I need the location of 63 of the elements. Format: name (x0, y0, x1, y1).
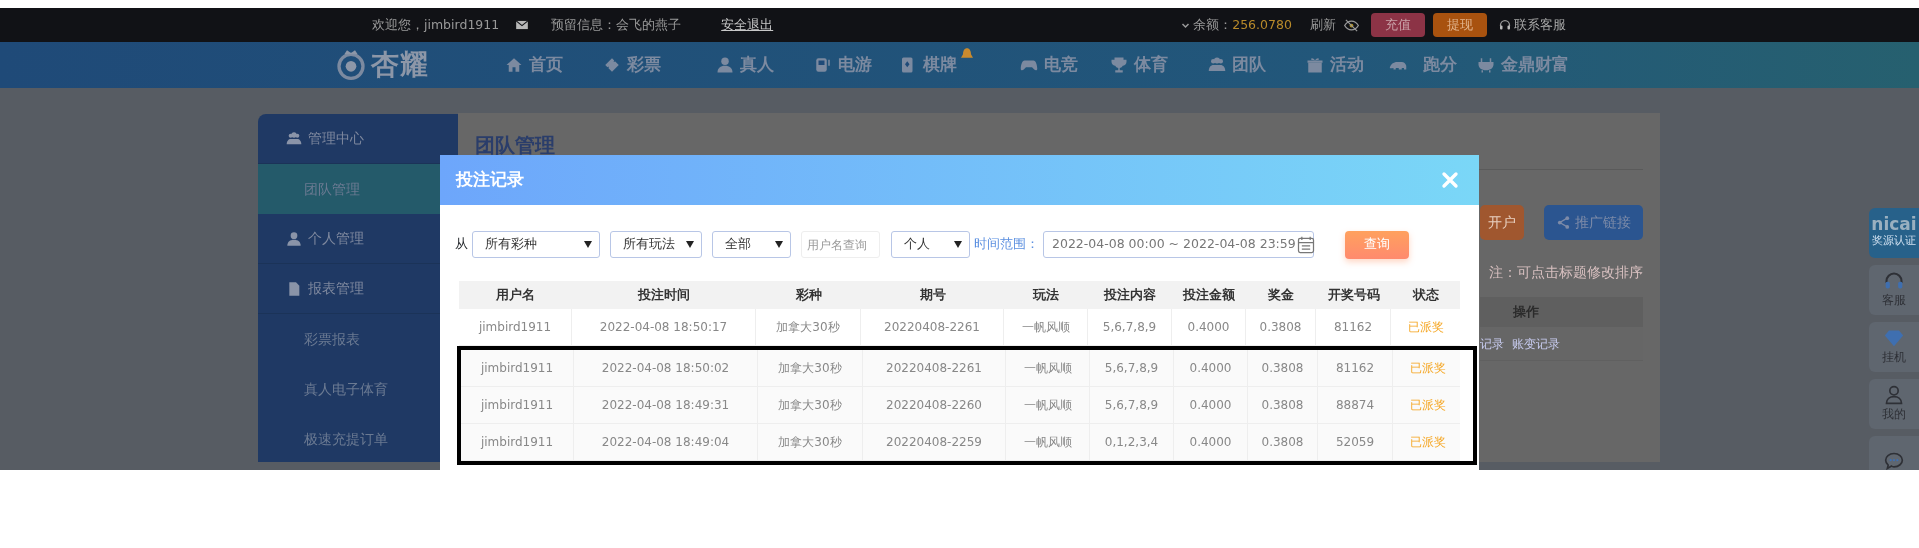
table-cell: 2022-04-08 18:49:31 (574, 387, 758, 423)
table-cell: 20220408-2261 (861, 309, 1004, 345)
table-cell: jimbird1911 (461, 424, 574, 460)
table-cell-text: 已派奖 (1408, 360, 1447, 377)
time-range-label: 时间范围： (974, 235, 1039, 254)
table-cell: 2022-04-08 18:49:04 (574, 424, 758, 460)
table-cell: 0,1,2,3,4 (1090, 424, 1174, 460)
balance-label: 余额： (1193, 15, 1233, 34)
column-header: 开奖号码 (1326, 285, 1381, 304)
table-cell: 0.4000 (1174, 350, 1248, 386)
page-title: 团队管理 (474, 132, 556, 155)
column-header: 玩法 (1031, 285, 1060, 304)
balance-value: 256.0780 (1232, 15, 1292, 34)
logo-text: nicai (1871, 216, 1917, 234)
table-cell: 一帆风顺 (1006, 350, 1090, 386)
table-cell: 一帆风顺 (1006, 424, 1090, 460)
table-cell: 加拿大30秒 (756, 309, 861, 345)
table-cell: 0.4000 (1174, 387, 1248, 423)
column-header: 彩种 (794, 285, 823, 304)
table-cell: 0.4000 (1172, 309, 1246, 345)
column-header: 投注时间 (636, 285, 691, 304)
table-cell: 2022-04-08 18:50:02 (574, 350, 758, 386)
table-cell-text: 已派奖 (1408, 434, 1447, 451)
table-cell: 5,6,7,8,9 (1088, 309, 1172, 345)
column-header: 投注金额 (1181, 285, 1236, 304)
table-cell: 52059 (1318, 424, 1393, 460)
table-cell: 5,6,7,8,9 (1090, 387, 1174, 423)
table-cell: 0.3808 (1248, 350, 1318, 386)
column-header: 状态 (1411, 285, 1440, 304)
refresh-label: 刷新 (1309, 15, 1336, 34)
table-cell: 加拿大30秒 (758, 424, 863, 460)
column-header: 期号 (918, 285, 947, 304)
table-cell-text: 已派奖 (1408, 397, 1447, 414)
table-cell: 5,6,7,8,9 (1090, 350, 1174, 386)
table-cell: jimbird1911 (459, 309, 572, 345)
table-cell: 81162 (1316, 309, 1391, 345)
table-cell: jimbird1911 (461, 387, 574, 423)
table-cell: 81162 (1318, 350, 1393, 386)
sort-hint-text: 注：可点击标题修改排序 (1489, 263, 1643, 282)
column-header: 用户名 (495, 285, 536, 304)
from-label: 从 (455, 235, 468, 254)
column-header: 奖金 (1267, 285, 1295, 304)
rail-label: 奖源认证 (1872, 233, 1916, 250)
table-cell: 一帆风顺 (1006, 387, 1090, 423)
column-header: 投注内容 (1102, 285, 1157, 304)
table-cell: 20220408-2261 (863, 350, 1006, 386)
table-cell: 0.3808 (1248, 387, 1318, 423)
logo-text: 杏耀 (371, 47, 429, 83)
table-cell: 20220408-2260 (863, 387, 1006, 423)
table-cell: jimbird1911 (461, 350, 574, 386)
table-cell: 加拿大30秒 (758, 350, 863, 386)
table-cell: 0.3808 (1248, 424, 1318, 460)
reserved-info-text: 预留信息：会飞的燕子 (551, 15, 682, 34)
table-cell: 加拿大30秒 (758, 387, 863, 423)
dialog-title: 投注记录 (456, 168, 524, 192)
table-cell: 0.3808 (1246, 309, 1316, 345)
table-cell: 一帆风顺 (1004, 309, 1088, 345)
welcome-text: 欢迎您，jimbird1911 (372, 15, 500, 34)
table-cell: 20220408-2259 (863, 424, 1006, 460)
table-cell-text: 已派奖 (1406, 319, 1445, 336)
table-cell: 88874 (1318, 387, 1393, 423)
table-cell: 2022-04-08 18:50:17 (572, 309, 756, 345)
table-cell: 0.4000 (1174, 424, 1248, 460)
